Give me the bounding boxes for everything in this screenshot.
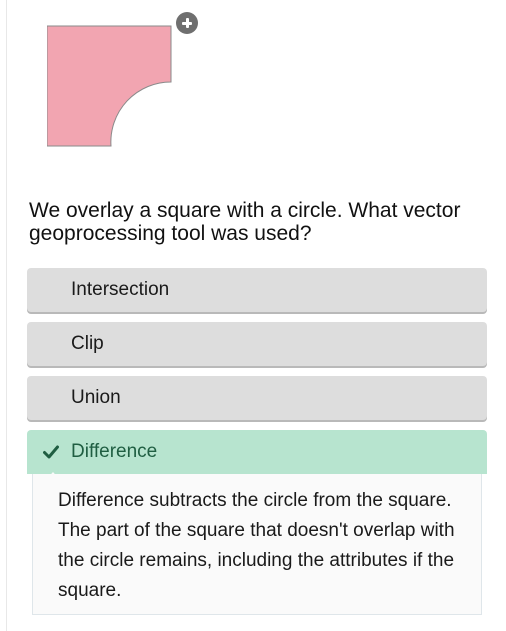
answer-label: Clip bbox=[71, 333, 104, 354]
quiz-card: We overlay a square with a circle. What … bbox=[6, 0, 506, 631]
answer-label: Union bbox=[71, 387, 121, 408]
checkmark-icon bbox=[43, 445, 59, 459]
answer-label: Intersection bbox=[71, 279, 170, 300]
answer-option-clip[interactable]: Clip bbox=[27, 322, 487, 366]
question-text: We overlay a square with a circle. What … bbox=[29, 199, 461, 245]
answer-option-union[interactable]: Union bbox=[27, 376, 487, 420]
plus-circle-icon[interactable] bbox=[176, 12, 198, 34]
question-figure bbox=[47, 12, 207, 152]
answer-list: Intersection Clip Union Difference bbox=[27, 268, 487, 484]
square-minus-circle-shape bbox=[47, 25, 172, 147]
answer-option-intersection[interactable]: Intersection bbox=[27, 268, 487, 312]
answer-label: Difference bbox=[71, 441, 158, 462]
feedback-text: Difference subtracts the circle from the… bbox=[58, 490, 455, 601]
feedback-pointer bbox=[44, 472, 62, 482]
answer-option-difference[interactable]: Difference bbox=[27, 430, 487, 474]
feedback-panel: Difference subtracts the circle from the… bbox=[32, 474, 482, 615]
